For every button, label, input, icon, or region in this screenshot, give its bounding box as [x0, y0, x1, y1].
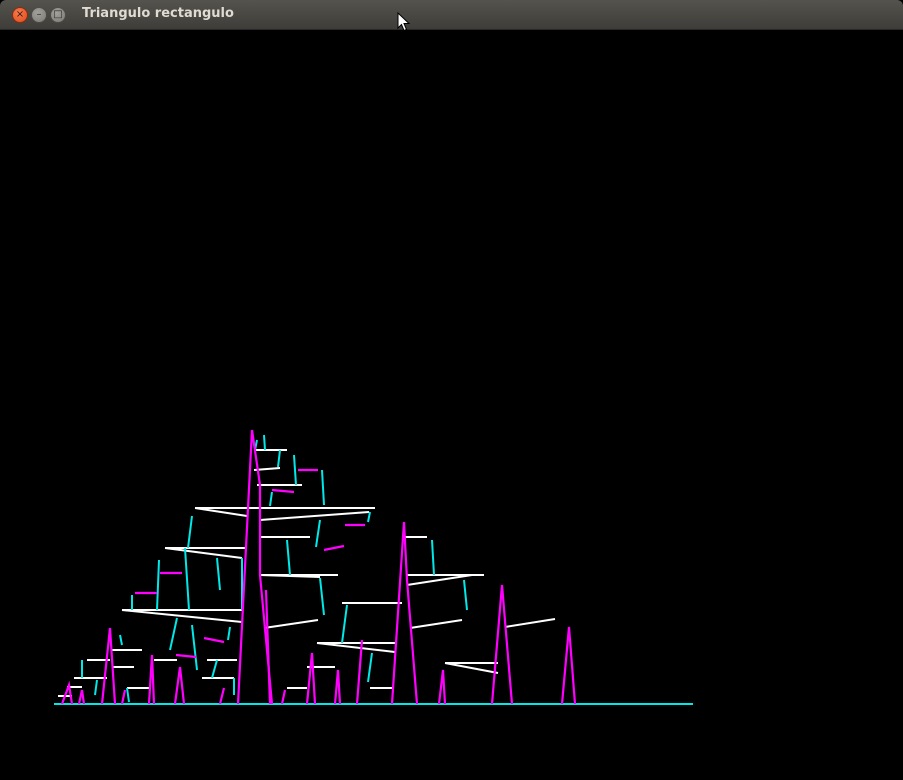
fractal-drawing [54, 429, 693, 705]
maximize-button[interactable]: □ [50, 7, 66, 23]
magenta-strokes [60, 429, 577, 705]
horizontal-strokes [58, 449, 556, 697]
close-button[interactable]: × [12, 7, 28, 23]
cyan-strokes [54, 434, 693, 705]
maximize-icon: □ [53, 9, 63, 20]
window-title: Triangulo rectangulo [82, 6, 234, 21]
title-bar[interactable]: × – □ Triangulo rectangulo [0, 0, 903, 30]
mouse-pointer-icon [397, 12, 411, 32]
app-window: × – □ Triangulo rectangulo [0, 0, 903, 780]
close-icon: × [15, 9, 25, 20]
minimize-button[interactable]: – [31, 7, 47, 23]
minimize-icon: – [36, 9, 42, 20]
drawing-canvas[interactable] [2, 30, 900, 778]
